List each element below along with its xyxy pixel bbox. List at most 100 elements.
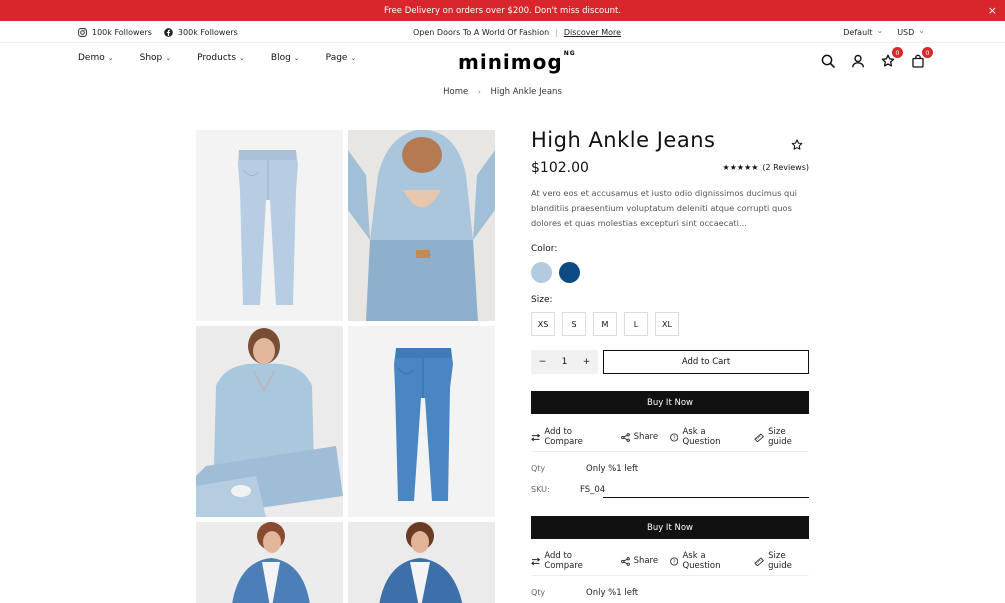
- size-option-xs[interactable]: XS: [531, 312, 555, 336]
- compare-icon: [531, 433, 541, 441]
- size-option-xl[interactable]: XL: [655, 312, 679, 336]
- ask-question-label: Ask a Question: [682, 427, 721, 447]
- color-swatch-dark-blue[interactable]: [559, 262, 580, 283]
- announcement-bar: Free Delivery on orders over $200. Don't…: [0, 0, 1005, 21]
- size-guide-link[interactable]: Size guide: [754, 427, 809, 447]
- product-image-jeans-dark[interactable]: [348, 326, 495, 517]
- breadcrumb-separator: ›: [477, 88, 481, 96]
- instagram-link[interactable]: 100k Followers: [78, 28, 152, 37]
- discover-more-link[interactable]: Discover More: [564, 28, 621, 37]
- ask-question-link[interactable]: ? Ask a Question: [670, 427, 742, 447]
- nav-label: Products: [197, 53, 237, 63]
- close-icon[interactable]: ×: [988, 4, 997, 17]
- facebook-icon: [164, 27, 173, 37]
- chevron-down-icon: ⌄: [293, 54, 300, 62]
- language-select[interactable]: Default: [843, 28, 883, 37]
- rating-stars: ★★★★★: [722, 163, 759, 172]
- product-image-denim-jacket-2[interactable]: [348, 522, 495, 603]
- social-links: 100k Followers 300k Followers: [78, 21, 238, 43]
- size-label: Size:: [531, 295, 553, 305]
- product-rating[interactable]: ★★★★★ (2 Reviews): [723, 163, 809, 172]
- currency-select[interactable]: USD: [897, 28, 925, 37]
- locale-switchers: Default USD: [843, 21, 925, 43]
- main-nav: Demo ⌄ Shop ⌄ Products ⌄ Blog ⌄ Page ⌄: [78, 53, 356, 63]
- nav-label: Page: [325, 53, 348, 63]
- product-image-denim-jacket[interactable]: [196, 522, 343, 603]
- chevron-down-icon: ⌄: [350, 54, 357, 62]
- qty-decrease-button[interactable]: −: [539, 357, 547, 367]
- review-count: (2 Reviews): [762, 163, 809, 172]
- stock-status: Only %1 left: [586, 588, 639, 598]
- breadcrumb-home[interactable]: Home: [443, 87, 468, 97]
- color-swatch-light-blue[interactable]: [531, 262, 552, 283]
- top-bar: 100k Followers 300k Followers Open Doors…: [0, 21, 1005, 43]
- chevron-down-icon: ⌄: [239, 54, 245, 62]
- qty-meta-label: Qty: [531, 588, 546, 597]
- user-icon[interactable]: [851, 53, 865, 68]
- product-actions-sticky: Add to Compare Share ? Ask a Question Si…: [531, 551, 809, 571]
- share-icon: [620, 432, 630, 442]
- wishlist-icon[interactable]: 0: [881, 47, 903, 67]
- nav-label: Blog: [270, 53, 291, 63]
- share-label: Share: [633, 556, 659, 566]
- size-guide-label: Size guide: [768, 427, 792, 447]
- sticky-add-cart-edge: [603, 497, 809, 498]
- size-option-l[interactable]: L: [624, 312, 648, 336]
- share-icon: [620, 556, 630, 566]
- quantity-stepper: − 1 +: [531, 350, 598, 374]
- add-to-compare-link[interactable]: Add to Compare: [531, 551, 609, 571]
- header-actions: 0 0: [821, 47, 933, 68]
- search-icon[interactable]: [821, 53, 835, 68]
- facebook-link[interactable]: 300k Followers: [164, 28, 238, 37]
- question-icon: ?: [670, 432, 679, 442]
- sku-value: FS_04: [580, 485, 606, 495]
- divider: [531, 575, 809, 576]
- nav-item-shop[interactable]: Shop ⌄: [140, 53, 172, 63]
- product-price: $102.00: [531, 160, 589, 176]
- nav-label: Demo: [78, 53, 105, 63]
- size-option-m[interactable]: M: [593, 312, 617, 336]
- nav-label: Shop: [139, 53, 163, 63]
- color-label: Color:: [531, 244, 558, 254]
- promo-text: Open Doors To A World Of Fashion: [413, 27, 550, 37]
- ruler-icon: [754, 557, 764, 566]
- add-to-compare-link[interactable]: Add to Compare: [531, 427, 609, 447]
- add-to-cart-button[interactable]: Add to Cart: [603, 350, 809, 374]
- product-image-back-view[interactable]: [348, 130, 495, 321]
- ruler-icon: [754, 433, 764, 442]
- announcement-text: Free Delivery on orders over $200. Don't…: [383, 5, 622, 16]
- share-link[interactable]: Share: [620, 427, 659, 447]
- product-image-jeans-front[interactable]: [196, 130, 343, 321]
- size-guide-link[interactable]: Size guide: [754, 551, 809, 571]
- wishlist-count-badge: 0: [892, 47, 903, 58]
- add-to-compare-label: Add to Compare: [544, 551, 583, 571]
- nav-item-products[interactable]: Products ⌄: [197, 53, 245, 63]
- site-logo[interactable]: minimogNG: [458, 50, 576, 74]
- qty-increase-button[interactable]: +: [583, 357, 591, 367]
- breadcrumb-current: High Ankle Jeans: [490, 87, 562, 97]
- stock-status: Only %1 left: [586, 464, 639, 474]
- nav-item-demo[interactable]: Demo ⌄: [78, 53, 114, 63]
- wishlist-star-icon[interactable]: [791, 136, 803, 155]
- product-description: At vero eos et accusamus et iusto odio d…: [531, 188, 797, 228]
- divider: [531, 451, 809, 452]
- qty-value[interactable]: 1: [562, 357, 568, 367]
- product-image-model-sitting[interactable]: [196, 326, 343, 517]
- sku-label: SKU:: [531, 485, 550, 494]
- question-icon: ?: [670, 556, 679, 566]
- buy-now-button[interactable]: Buy It Now: [531, 391, 809, 414]
- compare-icon: [531, 557, 541, 565]
- svg-text:?: ?: [673, 559, 676, 565]
- nav-item-blog[interactable]: Blog ⌄: [271, 53, 300, 63]
- buy-now-button-sticky[interactable]: Buy It Now: [531, 516, 809, 539]
- share-label: Share: [633, 432, 659, 442]
- nav-item-page[interactable]: Page ⌄: [326, 53, 357, 63]
- share-link[interactable]: Share: [620, 551, 659, 571]
- cart-icon[interactable]: 0: [911, 47, 933, 68]
- promo-message: Open Doors To A World Of Fashion | Disco…: [413, 21, 621, 43]
- breadcrumb: Home › High Ankle Jeans: [0, 87, 1005, 97]
- ask-question-link[interactable]: ? Ask a Question: [670, 551, 742, 571]
- instagram-followers: 100k Followers: [92, 27, 152, 37]
- product-title: High Ankle Jeans: [531, 128, 716, 152]
- size-option-s[interactable]: S: [562, 312, 586, 336]
